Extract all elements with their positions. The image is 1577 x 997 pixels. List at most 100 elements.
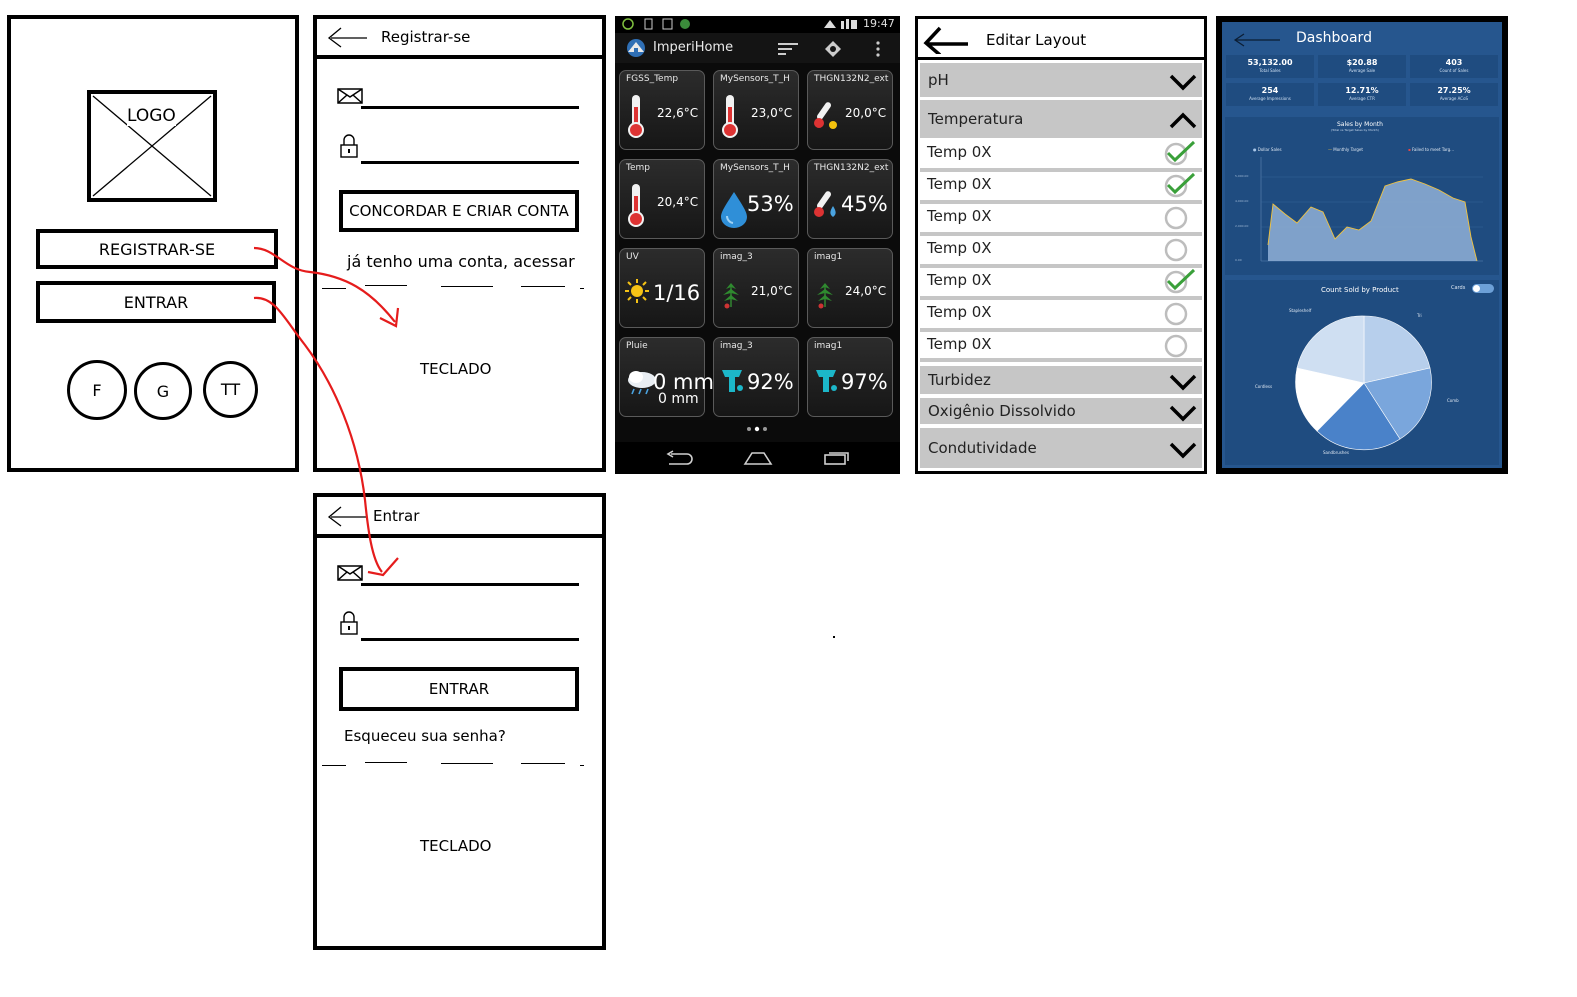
plant-icon — [719, 279, 743, 313]
category-header[interactable]: Temperatura — [920, 100, 1202, 138]
unchecked-icon[interactable] — [1162, 332, 1196, 358]
kpi-value: 27.25% — [1437, 86, 1471, 95]
checked-icon[interactable] — [1162, 268, 1196, 294]
tile-label: UV — [626, 252, 639, 262]
category-label: Turbidez — [928, 371, 991, 389]
sensor-tile[interactable]: Temp 20,4°C — [619, 159, 705, 239]
legend-label: Monthly Target — [1333, 147, 1363, 152]
tile-label: imag_3 — [720, 341, 753, 351]
login-submit-button[interactable]: ENTRAR — [339, 667, 579, 711]
chevron-down-icon[interactable] — [1168, 372, 1198, 392]
sensor-option-row[interactable]: Temp 0X — [920, 172, 1202, 204]
kpi-value: 254 — [1261, 86, 1279, 95]
category-header[interactable]: Turbidez — [920, 366, 1202, 394]
back-arrow-icon[interactable] — [325, 504, 369, 528]
checked-icon[interactable] — [1162, 140, 1196, 166]
login-button[interactable]: ENTRAR — [36, 281, 276, 323]
register-button[interactable]: REGISTRAR-SE — [36, 229, 278, 269]
kpi-card: 403 Count of Sales — [1410, 55, 1498, 78]
scene-icon[interactable] — [825, 41, 841, 57]
category-header[interactable]: pH — [920, 63, 1202, 97]
sensor-tile[interactable]: THGN132N2_ext 20,0°C — [807, 70, 893, 150]
sensor-option-row[interactable]: Temp 0X — [920, 204, 1202, 236]
checked-icon[interactable] — [1162, 172, 1196, 198]
keyboard-separator — [365, 285, 407, 286]
line-chart-title: Sales by Month — [1337, 121, 1383, 128]
keyboard-separator — [580, 288, 584, 289]
kpi-label: Count of Sales — [1439, 68, 1469, 73]
keyboard-separator — [322, 288, 346, 289]
keyboard-separator — [521, 763, 565, 764]
chevron-down-icon[interactable] — [1168, 72, 1198, 92]
login-email-input[interactable] — [361, 583, 579, 586]
register-password-input[interactable] — [361, 161, 579, 164]
keyboard-separator — [521, 286, 565, 287]
sensor-tile[interactable]: FGSS_Temp 22,6°C — [619, 70, 705, 150]
keyboard-separator — [441, 763, 493, 764]
keyboard-separator — [322, 765, 346, 766]
overflow-menu-icon[interactable] — [875, 41, 881, 57]
sensor-tile[interactable]: MySensors_T_H 23,0°C — [713, 70, 799, 150]
editor-title: Editar Layout — [986, 31, 1087, 49]
back-arrow-icon[interactable] — [325, 25, 369, 49]
login-password-input[interactable] — [361, 638, 579, 641]
tile-value: 21,0°C — [751, 284, 793, 298]
app-bar: ImperiHome — [615, 33, 900, 63]
sensor-tile[interactable]: imag1 97% — [807, 337, 893, 417]
kpi-card: 254 Average Impressions — [1226, 83, 1314, 106]
sensor-tile[interactable]: imag_3 92% — [713, 337, 799, 417]
kpi-value: $20.88 — [1346, 58, 1378, 67]
tile-value: 1/16 — [653, 281, 701, 305]
thermometer-icon — [625, 93, 647, 143]
sensor-option-row[interactable]: Temp 0X — [920, 332, 1202, 362]
sensor-tile[interactable]: MySensors_T_H 53% — [713, 159, 799, 239]
sensor-option-label: Temp 0X — [927, 303, 992, 321]
kpi-label: Average CTR — [1349, 96, 1375, 101]
back-nav-icon[interactable] — [665, 450, 693, 466]
google-login-button[interactable]: G — [134, 362, 192, 420]
unchecked-icon[interactable] — [1162, 204, 1196, 230]
phone-screenshot: 19:47 ImperiHome FGSS_Temp 22,6°C MySensor… — [615, 16, 900, 474]
register-header: Registrar-se — [313, 15, 606, 59]
back-arrow-icon[interactable] — [1232, 32, 1282, 48]
unchecked-icon[interactable] — [1162, 300, 1196, 326]
register-email-input[interactable] — [361, 106, 579, 109]
category-header[interactable]: Oxigênio Dissolvido — [920, 398, 1202, 424]
kpi-card: 27.25% Average ACoS — [1410, 83, 1498, 106]
login-screen — [313, 493, 606, 950]
facebook-login-button[interactable]: F — [67, 360, 127, 420]
have-account-link[interactable]: já tenho uma conta, acessar — [347, 252, 575, 271]
chevron-down-icon[interactable] — [1168, 403, 1198, 423]
keyboard-placeholder: TECLADO — [420, 360, 492, 378]
svg-text:2,000.00: 2,000.00 — [1235, 224, 1248, 228]
unchecked-icon[interactable] — [1162, 236, 1196, 262]
sensor-option-row[interactable]: Temp 0X — [920, 300, 1202, 332]
login-title: Entrar — [373, 506, 420, 525]
sensor-tile[interactable]: imag1 24,0°C — [807, 248, 893, 328]
sensor-option-row[interactable]: Temp 0X — [920, 236, 1202, 268]
back-arrow-icon[interactable] — [922, 22, 968, 54]
sensor-tile[interactable]: imag_3 21,0°C — [713, 248, 799, 328]
humidity-icon — [813, 368, 839, 398]
cards-toggle[interactable] — [1472, 284, 1494, 293]
twitter-login-button[interactable]: TT — [203, 361, 258, 418]
home-nav-icon[interactable] — [743, 450, 773, 466]
sensor-option-row[interactable]: Temp 0X — [920, 268, 1202, 300]
category-header[interactable]: Condutividade — [920, 428, 1202, 468]
sensor-option-row[interactable]: Temp 0X — [920, 140, 1202, 172]
forgot-password-link[interactable]: Esqueceu sua senha? — [344, 727, 506, 745]
sort-icon[interactable] — [778, 42, 798, 56]
sensor-tile[interactable]: THGN132N2_ext 45% — [807, 159, 893, 239]
register-screen — [313, 15, 606, 472]
kpi-card: 53,132.00 Total Sales — [1226, 55, 1314, 78]
chevron-up-icon[interactable] — [1168, 111, 1198, 131]
status-time: 19:47 — [863, 17, 895, 30]
recents-nav-icon[interactable] — [823, 450, 851, 466]
sensor-tile[interactable]: UV 1/16 — [619, 248, 705, 328]
sensor-tile[interactable]: Pluie 0 mm/h 0 mm — [619, 337, 734, 417]
chevron-down-icon[interactable] — [1168, 440, 1198, 460]
create-account-button[interactable]: CONCORDAR E CRIAR CONTA — [339, 190, 579, 232]
sales-area-chart: 5,000.00 4,000.00 2,000.00 0.00 — [1235, 157, 1483, 262]
pie-label: Stapleshelf — [1289, 308, 1312, 313]
thermometer-small-icon — [813, 101, 839, 135]
